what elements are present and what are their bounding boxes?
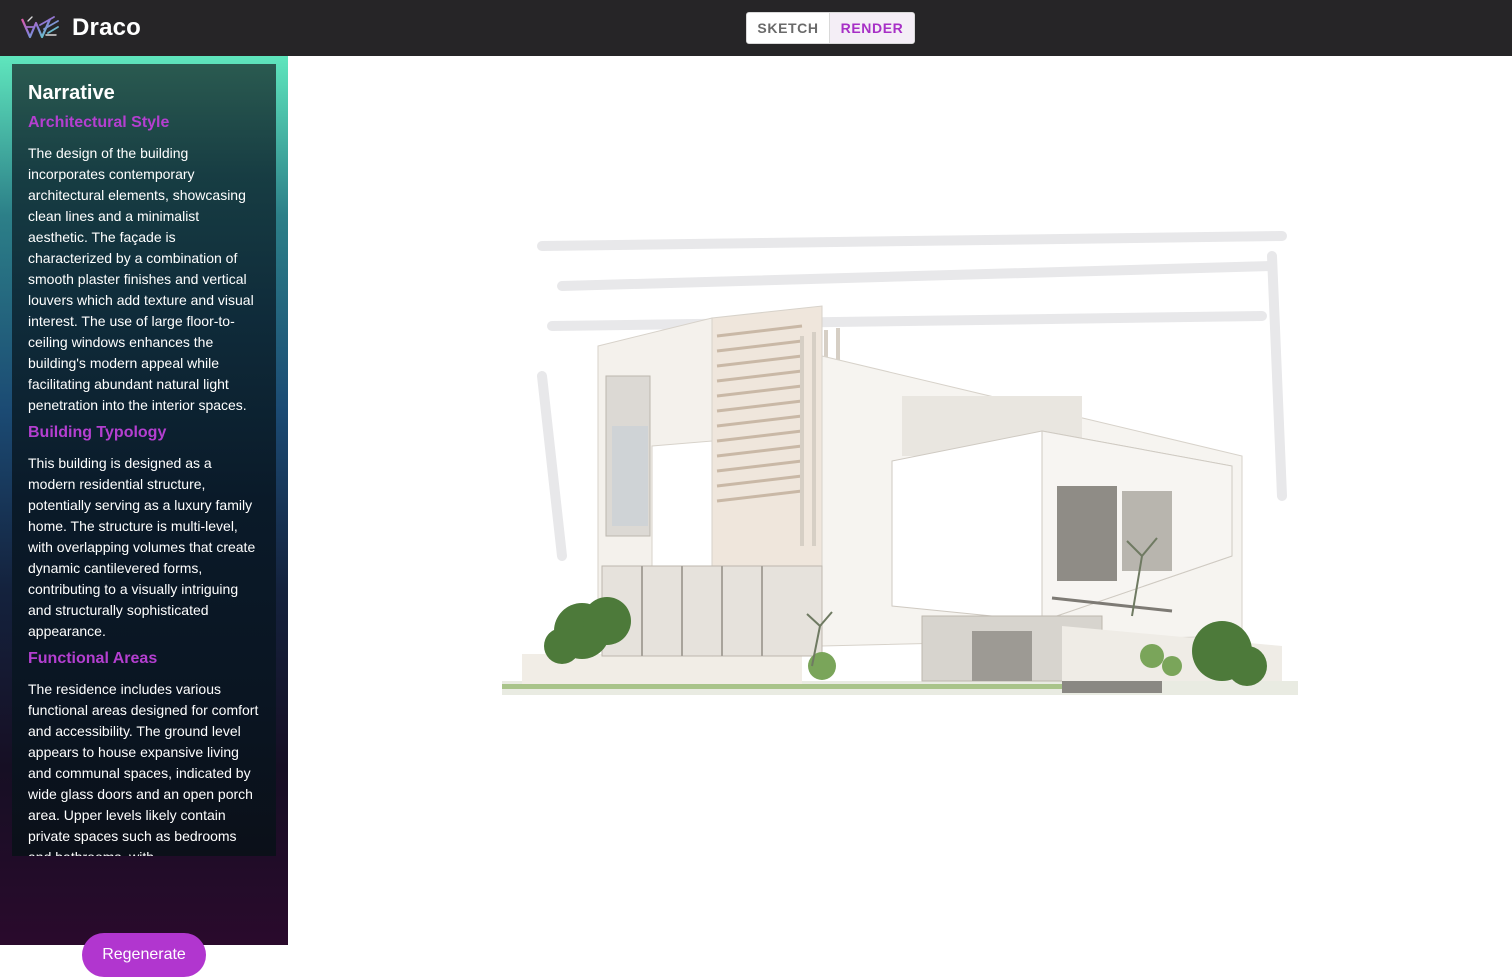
top-bar: Draco SKETCH RENDER — [0, 0, 1512, 56]
mode-toggle: SKETCH RENDER — [746, 12, 915, 44]
render-mode-button[interactable]: RENDER — [830, 13, 914, 43]
render-canvas — [288, 56, 1512, 945]
narrative-title: Narrative — [28, 82, 115, 104]
narrative-panel[interactable]: Narrative Architectural Style The design… — [12, 64, 276, 856]
building-render-image — [502, 231, 1298, 695]
app-name: Draco — [72, 14, 142, 41]
section-heading-building-typology: Building Typology — [28, 424, 167, 441]
draco-logo-icon — [20, 16, 59, 39]
section-body-functional-areas: The residence includes various functiona… — [28, 681, 259, 856]
section-body-architectural-style: The design of the building incorporates … — [28, 145, 254, 413]
section-heading-functional-areas: Functional Areas — [28, 650, 158, 667]
brand[interactable]: Draco — [20, 13, 141, 43]
sidebar: Narrative Architectural Style The design… — [0, 56, 288, 977]
sketch-mode-button[interactable]: SKETCH — [747, 13, 830, 43]
section-heading-architectural-style: Architectural Style — [28, 114, 170, 131]
section-body-building-typology: This building is designed as a modern re… — [28, 455, 256, 639]
regenerate-button[interactable]: Regenerate — [82, 933, 206, 977]
